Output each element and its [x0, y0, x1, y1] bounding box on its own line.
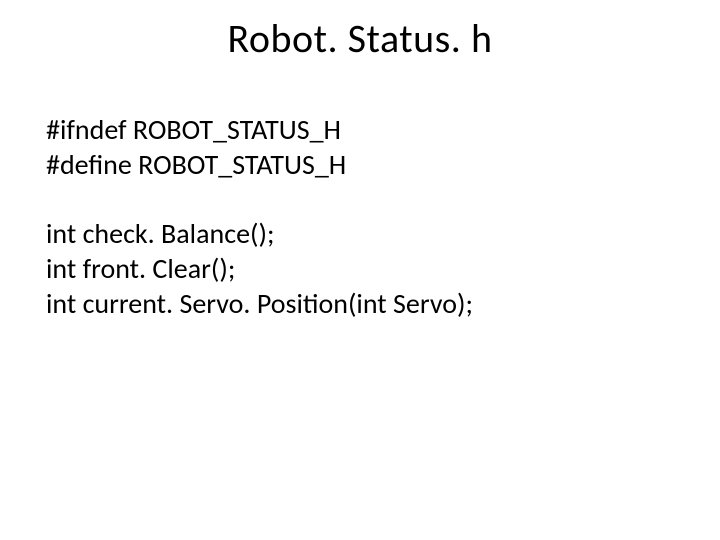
code-line: int check. Balance(); [46, 216, 666, 251]
code-line: int front. Clear(); [46, 251, 666, 286]
slide-title: Robot. Status. h [0, 14, 720, 63]
slide-body: #ifndef ROBOT_STATUS_H #define ROBOT_STA… [46, 112, 666, 321]
blank-line [46, 182, 666, 216]
code-line: #define ROBOT_STATUS_H [46, 147, 666, 182]
code-line: #ifndef ROBOT_STATUS_H [46, 112, 666, 147]
slide: Robot. Status. h #ifndef ROBOT_STATUS_H … [0, 0, 720, 540]
code-line: int current. Servo. Position(int Servo); [46, 286, 666, 321]
